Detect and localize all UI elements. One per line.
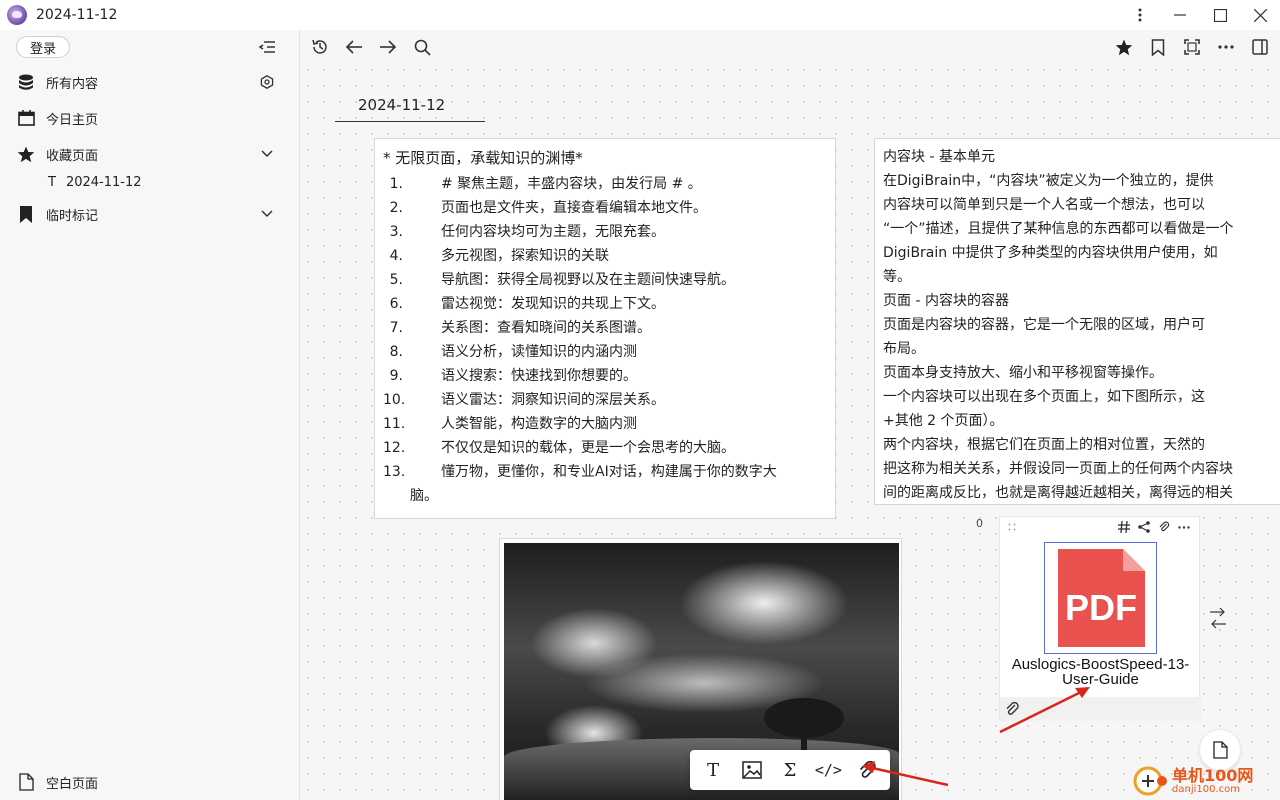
calendar-icon	[17, 109, 35, 127]
watermark-url: danji100.com	[1172, 784, 1240, 795]
text-type-icon: T	[48, 175, 56, 190]
chevron-down-icon[interactable]	[258, 205, 276, 223]
watermark-text: 单机100网	[1172, 766, 1254, 785]
sidebar-item-today[interactable]: 今日主页	[0, 103, 300, 133]
title-bar: 2024-11-12	[0, 0, 1280, 30]
close-button[interactable]	[1240, 0, 1280, 30]
more-vertical-icon[interactable]	[1120, 0, 1160, 30]
sidebar-item-favorites[interactable]: 收藏页面	[0, 139, 300, 169]
collapse-sidebar-icon[interactable]	[258, 38, 276, 56]
login-button[interactable]: 登录	[16, 36, 70, 58]
sidebar-item-all-content[interactable]: 所有内容	[0, 67, 300, 97]
sidebar-item-label: 今日主页	[46, 112, 99, 128]
bookmark-icon	[17, 205, 35, 223]
annotation-arrows	[862, 687, 1090, 787]
sidebar-item-label: 临时标记	[46, 208, 99, 224]
sidebar: 登录 所有内容 今日主页 收藏页面 T 2024-11-12 临时标记 空白页面	[0, 30, 300, 800]
favorite-page-label: 2024-11-12	[65, 175, 142, 190]
sidebar-item-label: 所有内容	[46, 76, 99, 92]
file-icon	[17, 773, 35, 791]
site-watermark: 单机100网 danji100.com	[1130, 762, 1280, 800]
settings-hex-icon[interactable]	[258, 73, 276, 91]
chevron-down-icon[interactable]	[258, 145, 276, 163]
app-logo-icon	[7, 5, 27, 25]
sidebar-favorite-page[interactable]: T 2024-11-12	[48, 175, 142, 190]
page-canvas[interactable]: 2024-11-12 * 无限页面，承载知识的渊博* 1. # 聚焦主题，丰盛内容…	[300, 30, 1280, 800]
sidebar-item-label: 空白页面	[46, 776, 99, 792]
sidebar-item-blank-page[interactable]: 空白页面	[0, 767, 300, 797]
window-title: 2024-11-12	[36, 7, 118, 23]
minimize-button[interactable]	[1160, 0, 1200, 30]
star-icon	[17, 145, 35, 163]
sidebar-item-temp-marks[interactable]: 临时标记	[0, 199, 300, 229]
maximize-button[interactable]	[1200, 0, 1240, 30]
database-icon	[17, 73, 35, 91]
sidebar-item-label: 收藏页面	[46, 148, 99, 164]
watermark-logo-icon	[1133, 766, 1167, 796]
